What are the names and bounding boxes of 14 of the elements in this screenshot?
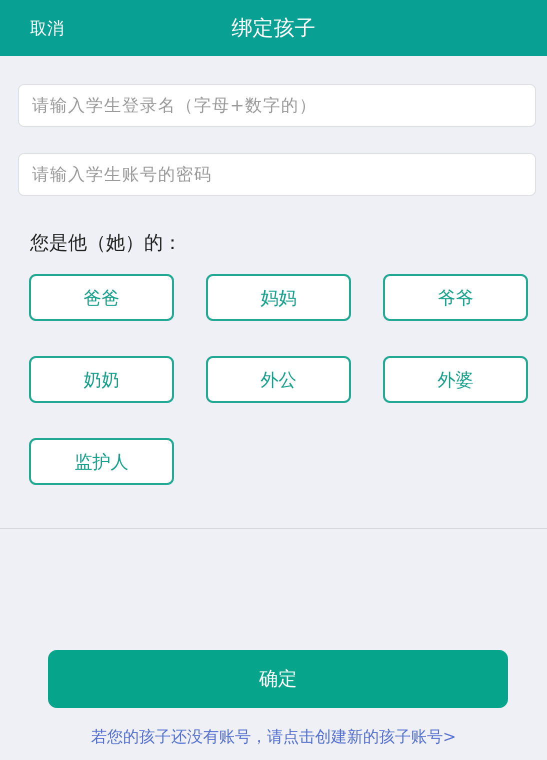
relation-option[interactable]: 外婆 bbox=[383, 356, 528, 403]
create-account-link[interactable]: 若您的孩子还没有账号，请点击创建新的孩子账号> bbox=[90, 727, 456, 748]
relation-option[interactable]: 妈妈 bbox=[206, 274, 351, 321]
relation-label: 您是他（她）的： bbox=[30, 231, 183, 256]
page-title: 绑定孩子 bbox=[232, 15, 316, 42]
input-field[interactable]: 请输入学生账号的密码 bbox=[18, 153, 536, 196]
relation-option[interactable]: 外公 bbox=[206, 356, 351, 403]
cancel-button[interactable]: 取消 bbox=[22, 12, 72, 44]
relation-option[interactable]: 爷爷 bbox=[383, 274, 528, 321]
relation-option[interactable]: 监护人 bbox=[29, 438, 174, 485]
relation-option[interactable]: 奶奶 bbox=[29, 356, 174, 403]
input-field[interactable]: 请输入学生登录名（字母+数字的） bbox=[18, 84, 536, 127]
relation-option[interactable]: 爸爸 bbox=[29, 274, 174, 321]
confirm-button[interactable]: 确定 bbox=[48, 650, 508, 708]
